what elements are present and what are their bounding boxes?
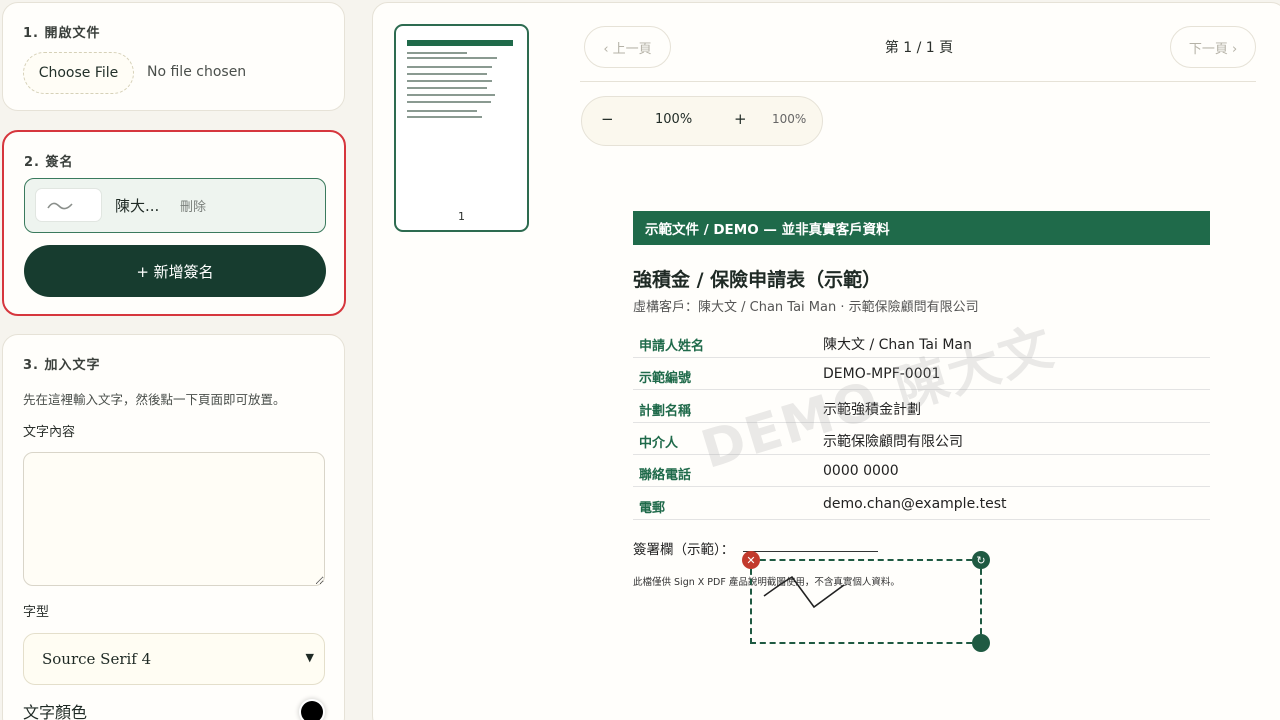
placed-signature[interactable]: ✕ ↻ xyxy=(742,551,990,652)
thumbnail-line xyxy=(407,66,492,68)
zoom-display: 100% xyxy=(772,112,807,126)
add-signature-button[interactable]: + 新增簽名 xyxy=(24,245,326,297)
resize-handle[interactable] xyxy=(972,634,990,652)
document-subtitle: 虛構客戶：陳大文 / Chan Tai Man · 示範保險顧問有限公司 xyxy=(633,300,979,315)
thumbnail-page-number: 1 xyxy=(458,210,465,223)
signature-underline xyxy=(743,551,878,552)
remove-signature-icon[interactable]: ✕ xyxy=(742,551,760,569)
chevron-down-icon: ▼ xyxy=(305,651,314,664)
document-header: 示範文件 / DEMO — 並非真實客戶資料 xyxy=(633,211,1210,245)
step1-title: 1. 開啟文件 xyxy=(23,26,101,41)
zoom-in-button[interactable]: + xyxy=(734,110,747,128)
add-text-panel: 3. 加入文字 先在這裡輸入文字，然後點一下頁面即可放置。 文字內容 字型 So… xyxy=(2,334,345,720)
delete-signature-button[interactable]: 刪除 xyxy=(180,196,206,215)
font-label: 字型 xyxy=(23,605,50,620)
field-key: 中介人 xyxy=(639,436,679,451)
field-key: 申請人姓名 xyxy=(639,339,705,354)
text-color-picker[interactable] xyxy=(301,701,323,720)
thumbnail-line xyxy=(407,80,492,82)
signature-stroke xyxy=(763,575,845,609)
thumbnail-line xyxy=(407,73,487,75)
thumbnail-line xyxy=(407,87,487,89)
thumbnail-line xyxy=(407,52,467,54)
page-thumbnail[interactable]: 1 xyxy=(394,24,529,232)
zoom-out-button[interactable]: − xyxy=(601,110,614,128)
thumbnail-line xyxy=(407,94,495,96)
field-key: 計劃名稱 xyxy=(639,404,692,419)
thumbnail-line xyxy=(407,110,477,112)
document-title: 強積金 / 保險申請表（示範） xyxy=(633,269,882,291)
field-key: 示範編號 xyxy=(639,371,692,386)
toolbar-divider xyxy=(580,81,1256,82)
text-color-label: 文字顏色 xyxy=(23,703,88,720)
zoom-controls: − 100% + 100% xyxy=(581,96,823,146)
choose-file-button[interactable]: Choose File xyxy=(23,52,134,94)
add-text-hint: 先在這裡輸入文字，然後點一下頁面即可放置。 xyxy=(23,392,286,407)
signature-item[interactable]: 陳大... 刪除 xyxy=(24,178,326,233)
thumbnail-header-bar xyxy=(407,40,513,46)
prev-page-button[interactable]: ‹ 上一頁 xyxy=(584,26,671,68)
table-row[interactable]: 電郵 demo.chan@example.test xyxy=(633,488,1210,520)
signature-panel: 2. 簽名 陳大... 刪除 + 新增簽名 xyxy=(2,130,346,316)
field-key: 電郵 xyxy=(639,501,666,516)
step2-title: 2. 簽名 xyxy=(24,155,74,170)
thumbnail-line xyxy=(407,116,482,118)
font-select[interactable]: Source Serif 4 ▼ xyxy=(23,633,325,685)
pdf-viewer: 1 ‹ 上一頁 第 1 / 1 頁 下一頁 › − 100% + 100% 示範… xyxy=(372,2,1280,720)
field-key: 聯絡電話 xyxy=(639,468,692,483)
thumbnail-line xyxy=(407,57,497,59)
step3-title: 3. 加入文字 xyxy=(23,358,101,373)
field-value: 0000 0000 xyxy=(823,463,899,479)
signature-field-label: 簽署欄（示範）： xyxy=(633,542,735,558)
font-select-value: Source Serif 4 xyxy=(42,650,152,668)
next-page-button[interactable]: 下一頁 › xyxy=(1170,26,1256,68)
field-value: demo.chan@example.test xyxy=(823,496,1007,512)
text-content-input[interactable] xyxy=(23,452,325,586)
open-file-panel: 1. 開啟文件 Choose File No file chosen xyxy=(2,2,345,111)
page-indicator: 第 1 / 1 頁 xyxy=(884,40,954,56)
file-status-text: No file chosen xyxy=(147,64,247,80)
thumbnail-line xyxy=(407,101,491,103)
zoom-value: 100% xyxy=(655,112,693,127)
signature-thumbnail[interactable] xyxy=(35,188,102,222)
rotate-icon[interactable]: ↻ xyxy=(972,551,990,569)
text-content-label: 文字內容 xyxy=(23,425,76,440)
signature-name: 陳大... xyxy=(115,197,160,215)
